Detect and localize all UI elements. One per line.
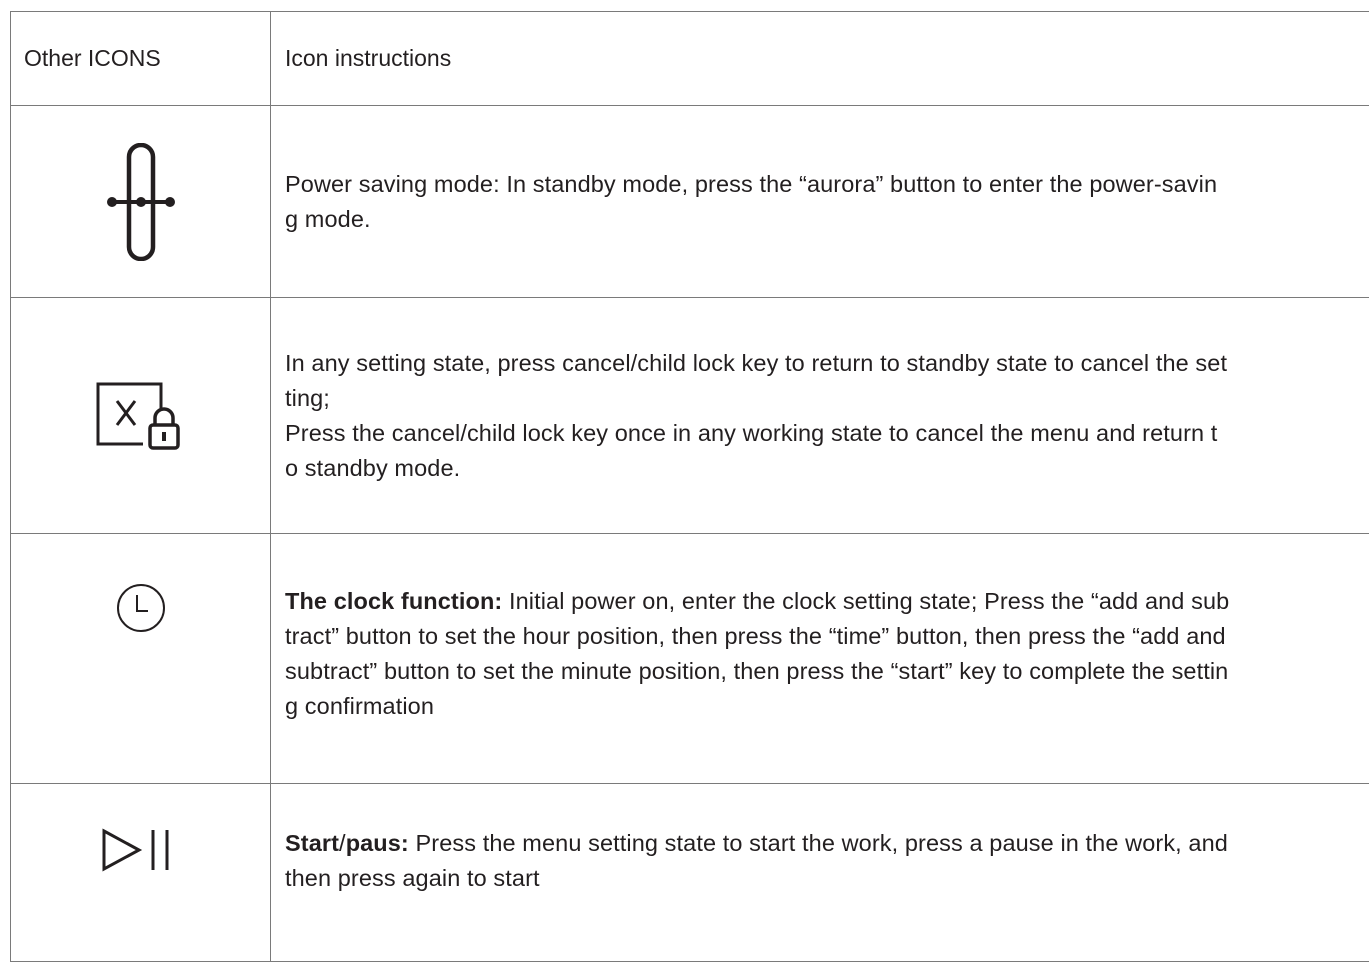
- paus-label: paus:: [346, 830, 409, 856]
- instruction-text-part: Press the menu setting state to start th…: [409, 830, 1228, 856]
- table-row: Start/paus: Press the menu setting state…: [11, 784, 1369, 962]
- table-header-row: Other ICONS Icon instructions: [11, 12, 1369, 106]
- instruction-line: In any setting state, press cancel/child…: [285, 346, 1369, 381]
- cancel-child-lock-icon: [95, 381, 187, 451]
- instruction-line: g mode.: [285, 202, 1369, 237]
- table-row: The clock function: Initial power on, en…: [11, 534, 1369, 784]
- instruction-line: Start/paus: Press the menu setting state…: [285, 826, 1369, 861]
- instruction-line: The clock function: Initial power on, en…: [285, 584, 1369, 619]
- instruction-line: g confirmation: [285, 689, 1369, 724]
- instruction-line: tract” button to set the hour position, …: [285, 619, 1369, 654]
- instruction-line: ting;: [285, 381, 1369, 416]
- instruction-text: The clock function: Initial power on, en…: [271, 534, 1369, 784]
- instruction-text-part: Initial power on, enter the clock settin…: [502, 588, 1229, 614]
- instruction-line: Press the cancel/child lock key once in …: [285, 416, 1369, 451]
- instruction-line: then press again to start: [285, 861, 1369, 896]
- icon-cell: [11, 534, 271, 784]
- instruction-line: subtract” button to set the minute posit…: [285, 654, 1369, 689]
- instruction-line: o standby mode.: [285, 451, 1369, 486]
- start-pause-icon: [101, 828, 181, 872]
- instruction-line: Power saving mode: In standby mode, pres…: [285, 167, 1369, 202]
- table-row: In any setting state, press cancel/child…: [11, 298, 1369, 534]
- icon-cell: [11, 298, 271, 534]
- instruction-text: In any setting state, press cancel/child…: [271, 298, 1369, 534]
- icon-cell: [11, 784, 271, 962]
- icon-instructions-table: Other ICONS Icon instructions Power savi…: [10, 11, 1369, 962]
- instruction-text: Start/paus: Press the menu setting state…: [271, 784, 1369, 962]
- clock-icon: [115, 582, 167, 634]
- clock-function-label: The clock function:: [285, 588, 502, 614]
- icon-cell: [11, 106, 271, 298]
- header-other-icons: Other ICONS: [11, 12, 271, 106]
- table-row: Power saving mode: In standby mode, pres…: [11, 106, 1369, 298]
- slash-text: /: [339, 830, 346, 856]
- instruction-text: Power saving mode: In standby mode, pres…: [271, 106, 1369, 298]
- header-icon-instructions: Icon instructions: [271, 12, 1369, 106]
- start-label: Start: [285, 830, 339, 856]
- power-saving-icon: [106, 143, 176, 261]
